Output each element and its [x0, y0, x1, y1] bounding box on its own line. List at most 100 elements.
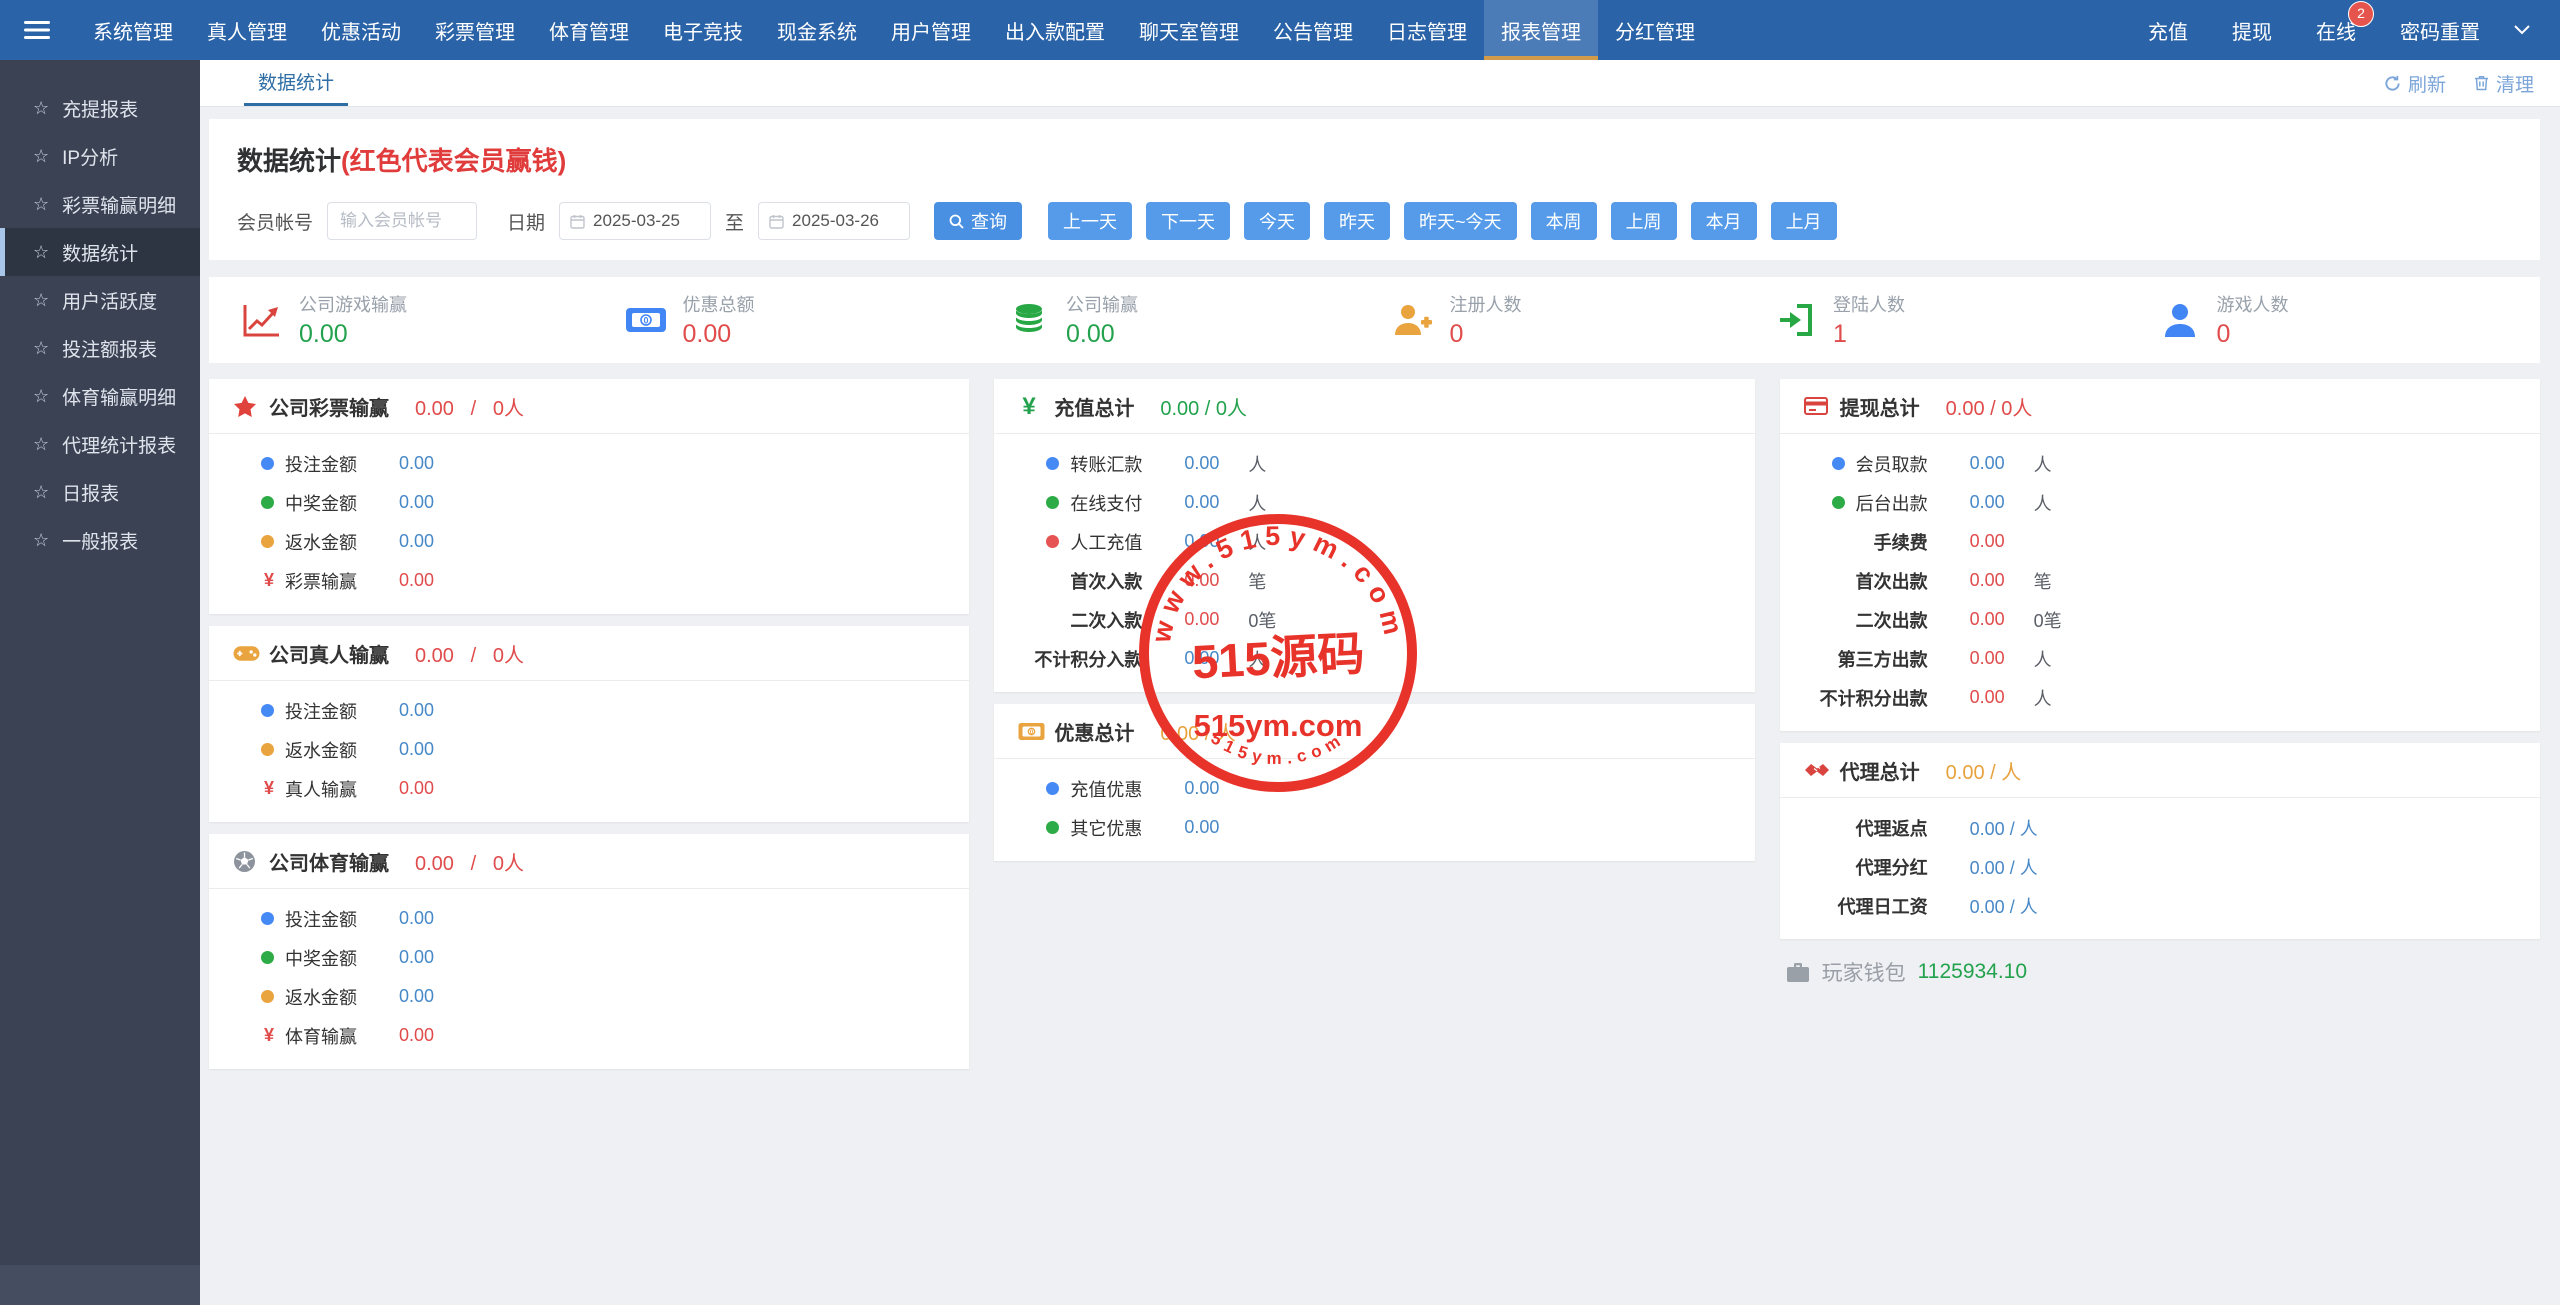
nav-menu-item[interactable]: 日志管理 — [1370, 0, 1484, 60]
sidebar-item[interactable]: ☆ 体育输赢明细 — [0, 372, 200, 420]
card-row: 后台出款 0.00 人 — [1780, 483, 2540, 522]
handshake-icon — [1804, 761, 1834, 779]
card-row: 人工充值 0.00 人 — [994, 522, 1754, 561]
sidebar-item[interactable]: ☆ 一般报表 — [0, 516, 200, 564]
to-label: 至 — [725, 208, 744, 235]
star-icon — [233, 395, 263, 418]
nav-menu-item[interactable]: 聊天室管理 — [1122, 0, 1256, 60]
quick-date-button[interactable]: 上周 — [1611, 202, 1677, 240]
nav-menu-item[interactable]: 现金系统 — [760, 0, 874, 60]
navbar-action[interactable]: 在线 2 — [2316, 16, 2356, 45]
row-label: 代理分红 — [1856, 854, 1928, 880]
row-label: 二次出款 — [1856, 607, 1928, 633]
nav-menu-item[interactable]: 彩票管理 — [418, 0, 532, 60]
navbar-action[interactable]: 充值 — [2148, 16, 2188, 45]
sidebar-item-label: 投注额报表 — [62, 335, 157, 362]
card-row: 不计积分入款 0.00 人 — [994, 639, 1754, 678]
sidebar-item[interactable]: ☆ 代理统计报表 — [0, 420, 200, 468]
card-title: 公司体育输赢 — [269, 847, 389, 876]
line-chart-icon — [239, 301, 285, 339]
row-label: 中奖金额 — [285, 945, 357, 971]
card-row: 首次入款 0.00 笔 — [994, 561, 1754, 600]
nav-menu-item[interactable]: 报表管理 — [1484, 0, 1598, 60]
quick-date-button[interactable]: 本月 — [1691, 202, 1757, 240]
sidebar-item[interactable]: ☆ 用户活跃度 — [0, 276, 200, 324]
card-row: 其它优惠 0.00 — [994, 808, 1754, 847]
row-label: 体育输赢 — [285, 1023, 357, 1049]
clear-button[interactable]: 清理 — [2474, 70, 2534, 97]
card-row: 二次入款 0.00 0笔 — [994, 600, 1754, 639]
card-row: 会员取款 0.00 人 — [1780, 444, 2540, 483]
nav-menu-item[interactable]: 公告管理 — [1256, 0, 1370, 60]
nav-menu-item[interactable]: 用户管理 — [874, 0, 988, 60]
date-to-input[interactable]: 2025-03-26 — [758, 202, 910, 240]
calendar-icon — [769, 214, 784, 229]
stat-item: 注册人数 0 — [1390, 291, 1774, 349]
sidebar-item[interactable]: ☆ 彩票输赢明细 — [0, 180, 200, 228]
nav-menu-item[interactable]: 体育管理 — [532, 0, 646, 60]
quick-date-button[interactable]: 上一天 — [1048, 202, 1132, 240]
stat-card: 公司彩票输赢 0.00 / 0人 投注金额 0.00 中奖金额 — [209, 379, 969, 614]
sidebar-item[interactable]: ☆ IP分析 — [0, 132, 200, 180]
sidebar-item[interactable]: ☆ 充提报表 — [0, 84, 200, 132]
nav-menu-item[interactable]: 电子竞技 — [646, 0, 760, 60]
svg-text:0: 0 — [643, 316, 648, 326]
card-total: 0.00 / 0人 — [1946, 392, 2033, 421]
row-value: 0.00 / 人 — [1970, 854, 2038, 880]
card-row: 代理分红 0.00 / 人 — [1780, 847, 2540, 886]
row-value: 0.00 — [399, 700, 461, 721]
row-value: 0.00 — [1184, 817, 1246, 838]
sidebar-item-label: 彩票输赢明细 — [62, 191, 176, 218]
credit-card-icon — [1804, 396, 1834, 416]
member-account-input[interactable] — [327, 202, 477, 240]
nav-menu-item[interactable]: 出入款配置 — [988, 0, 1122, 60]
card-total: 0.00 / 0人 — [1160, 392, 1247, 421]
account-label: 会员帐号 — [237, 208, 313, 235]
sidebar-item[interactable]: ☆ 日报表 — [0, 468, 200, 516]
quick-date-button[interactable]: 本周 — [1531, 202, 1597, 240]
refresh-button[interactable]: 刷新 — [2384, 70, 2446, 97]
nav-menu-item[interactable]: 系统管理 — [76, 0, 190, 60]
row-value: 0.00 — [399, 986, 461, 1007]
card-row: 代理返点 0.00 / 人 — [1780, 808, 2540, 847]
navbar-action[interactable]: 密码重置 — [2400, 16, 2480, 45]
navbar-action-label: 提现 — [2232, 22, 2272, 44]
stat-label: 公司输赢 — [1066, 291, 1138, 317]
star-icon: ☆ — [33, 242, 49, 263]
sidebar-menu: ☆ 充提报表 ☆ IP分析 ☆ 彩票输赢明细 ☆ 数据统计 ☆ 用户活跃度 ☆ … — [0, 84, 200, 564]
stat-value: 0.00 — [1066, 320, 1138, 349]
nav-menu-item[interactable]: 真人管理 — [190, 0, 304, 60]
row-value: 0.00 — [1184, 570, 1246, 591]
row-dot — [261, 951, 274, 964]
hamburger-menu-icon[interactable] — [24, 20, 50, 40]
quick-date-button[interactable]: 昨天~今天 — [1404, 202, 1517, 240]
chevron-down-icon[interactable] — [2514, 25, 2530, 35]
row-value: 0.00 — [1184, 648, 1246, 669]
stat-label: 登陆人数 — [1833, 291, 1905, 317]
nav-menu-item[interactable]: 优惠活动 — [304, 0, 418, 60]
navbar-action[interactable]: 提现 — [2232, 16, 2272, 45]
quick-date-button[interactable]: 下一天 — [1146, 202, 1230, 240]
card-title: 代理总计 — [1840, 756, 1920, 785]
tab-data-statistics[interactable]: 数据统计 — [244, 60, 348, 106]
quick-date-button[interactable]: 今天 — [1244, 202, 1310, 240]
row-value: 0.00 — [399, 947, 461, 968]
sidebar-item[interactable]: ☆ 投注额报表 — [0, 324, 200, 372]
quick-date-button[interactable]: 昨天 — [1324, 202, 1390, 240]
quick-date-button[interactable]: 上月 — [1771, 202, 1837, 240]
banknote-blue-icon: 0 — [623, 304, 669, 336]
stat-value: 0 — [1450, 320, 1522, 349]
stat-label: 游戏人数 — [2217, 291, 2289, 317]
stat-item: 公司游戏输赢 0.00 — [239, 291, 623, 349]
date-from-input[interactable]: 2025-03-25 — [559, 202, 711, 240]
nav-menu-item[interactable]: 分红管理 — [1598, 0, 1712, 60]
star-icon: ☆ — [33, 146, 49, 167]
sidebar-item[interactable]: ☆ 数据统计 — [0, 228, 200, 276]
row-label: 第三方出款 — [1838, 646, 1928, 672]
row-value: 0.00 — [1970, 687, 2032, 708]
top-navbar: 系统管理真人管理优惠活动彩票管理体育管理电子竞技现金系统用户管理出入款配置聊天室… — [0, 0, 2560, 60]
query-button[interactable]: 查询 — [934, 202, 1022, 240]
row-unit: 人 — [2034, 490, 2052, 516]
card-row: 返水金额 0.00 — [209, 730, 969, 769]
row-label: 投注金额 — [285, 698, 357, 724]
